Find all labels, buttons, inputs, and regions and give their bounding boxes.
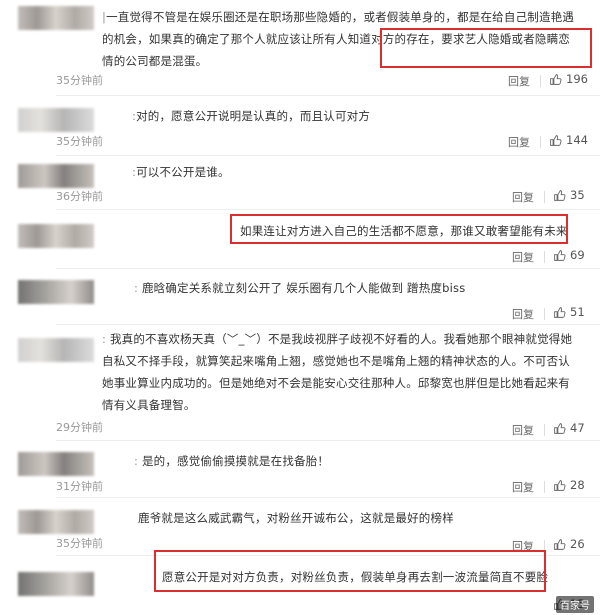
thumbs-up-icon [554,479,566,491]
divider [56,268,600,269]
divider [56,497,600,498]
reply-button[interactable]: 回复 [512,479,534,495]
divider [56,95,600,96]
comment-time: 35分钟前 [56,537,103,550]
divider [56,155,600,156]
thumbs-up-icon [554,189,566,201]
comment-text: 愿意公开是对对方负责，对粉丝负责，假装单身再去割一波流量简直不要脸 [162,570,549,584]
watermark: 百家号 [556,596,594,613]
like-count: 26 [570,537,585,551]
reply-button[interactable]: 回复 [508,134,530,150]
reply-button[interactable]: 回复 [512,306,534,322]
comment-time: 36分钟前 [56,190,103,203]
avatar[interactable] [18,280,94,304]
divider [544,540,545,552]
divider [544,424,545,436]
reply-button[interactable]: 回复 [512,538,534,554]
like-button[interactable]: 51 [553,305,585,319]
avatar[interactable] [18,510,94,534]
avatar[interactable] [18,108,94,132]
like-button[interactable]: 196 [549,72,588,86]
divider [540,136,541,148]
divider [540,75,541,87]
thumbs-up-icon [554,422,566,434]
comment-text: : 鹿晗确定关系就立刻公开了 娱乐圈有几个人能做到 蹭热度biss [134,281,466,295]
divider [544,191,545,203]
reply-button[interactable]: 回复 [512,249,534,265]
thumbs-up-icon [550,73,562,85]
like-button[interactable]: 69 [553,248,585,262]
comment-text: :对的，愿意公开说明是认真的，而且认可对方 [132,109,371,123]
like-button[interactable]: 47 [553,421,585,435]
avatar[interactable] [18,224,94,248]
like-count: 28 [570,478,585,492]
like-count: 144 [566,133,588,147]
like-count: 51 [570,305,585,319]
thumbs-up-icon [554,538,566,550]
divider [544,251,545,263]
like-count: 196 [566,72,588,86]
like-button[interactable]: 144 [549,133,588,147]
like-count: 69 [570,248,585,262]
reply-button[interactable]: 回复 [508,73,530,89]
like-button[interactable]: 35 [553,188,585,202]
comment-time: 35分钟前 [56,74,103,87]
avatar[interactable] [18,572,94,596]
thumbs-up-icon [550,134,562,146]
divider [56,209,600,210]
divider [56,324,600,325]
comment-text: :可以不公开是谁。 [132,165,230,179]
comment-text: : 是的，感觉偷偷摸摸就是在找备胎！ [134,454,330,468]
like-count: 35 [570,188,585,202]
comment-text: : 我真的不喜欢杨天真（﹀_﹀）不是我歧视胖子歧视不好看的人。我看她那个眼神就觉… [102,332,573,412]
like-count: 47 [570,421,585,435]
comment-text: 如果连让对方进入自己的生活都不愿意，那谁又敢奢望能有未来 [240,224,568,238]
comment-time: 31分钟前 [56,480,103,493]
divider [56,555,600,556]
comment-time: 29分钟前 [56,421,103,434]
like-button[interactable]: 28 [553,478,585,492]
avatar[interactable] [18,338,94,362]
thumbs-up-icon [554,306,566,318]
avatar[interactable] [18,164,94,188]
divider [56,440,600,441]
avatar[interactable] [18,6,94,30]
like-button[interactable]: 26 [553,537,585,551]
reply-button[interactable]: 回复 [512,422,534,438]
comment-time: 35分钟前 [56,135,103,148]
reply-button[interactable]: 回复 [512,189,534,205]
avatar[interactable] [18,452,94,476]
thumbs-up-icon [554,249,566,261]
comment-text: 鹿爷就是这么威武霸气，对粉丝开诚布公，这就是最好的榜样 [138,511,454,525]
divider [544,481,545,493]
comment-text: |一直觉得不管是在娱乐圈还是在职场那些隐婚的，或者假装单身的，都是在给自己制造艳… [102,10,575,68]
divider [544,308,545,320]
